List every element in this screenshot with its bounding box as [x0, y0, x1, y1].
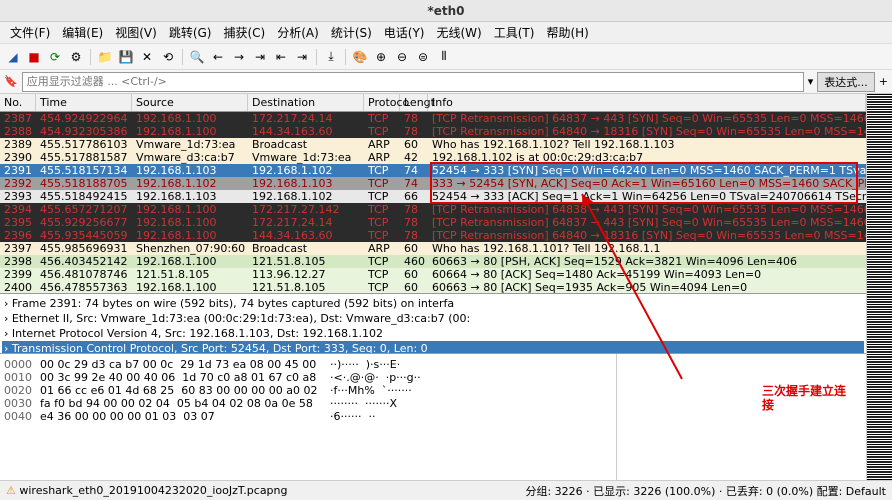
packet-row[interactable]: 2388454.932305386192.168.1.100144.34.163…	[0, 125, 866, 138]
packet-row[interactable]: 2396455.935445059192.168.1.100144.34.163…	[0, 229, 866, 242]
close-file-icon[interactable]: ✕	[138, 48, 156, 66]
detail-ethernet[interactable]: › Ethernet II, Src: Vmware_1d:73:ea (00:…	[2, 311, 864, 326]
menu-view[interactable]: 视图(V)	[109, 24, 163, 41]
col-no[interactable]: No.	[0, 94, 36, 111]
restart-capture-icon[interactable]: ⟳	[46, 48, 64, 66]
packet-row[interactable]: 2389455.517786103Vmware_1d:73:eaBroadcas…	[0, 138, 866, 151]
menu-analyze[interactable]: 分析(A)	[271, 24, 325, 41]
stop-capture-icon[interactable]: ■	[25, 48, 43, 66]
filter-dropdown-icon[interactable]: ▾	[808, 75, 814, 88]
packet-list-pane[interactable]: No. Time Source Destination Protoco Leng…	[0, 94, 866, 294]
filter-add-icon[interactable]: +	[879, 75, 888, 88]
filter-bookmark-icon[interactable]: 🔖	[4, 75, 18, 88]
col-destination[interactable]: Destination	[248, 94, 364, 111]
packet-row[interactable]: 2397455.985696931Shenzhen_07:90:60Broadc…	[0, 242, 866, 255]
filter-bar: 🔖 ▾ 表达式... +	[0, 70, 892, 94]
diagram-pane: 三次握手建立连 接	[616, 354, 866, 480]
menu-go[interactable]: 跳转(G)	[163, 24, 218, 41]
menu-tools[interactable]: 工具(T)	[488, 24, 541, 41]
packet-row[interactable]: 2399456.481078746121.51.8.105113.96.12.2…	[0, 268, 866, 281]
packet-details-pane[interactable]: › Frame 2391: 74 bytes on wire (592 bits…	[0, 294, 866, 354]
packet-row[interactable]: 2390455.517881587Vmware_d3:ca:b7Vmware_1…	[0, 151, 866, 164]
hex-row[interactable]: 0030fa f0 bd 94 00 00 02 04 05 b4 04 02 …	[4, 397, 612, 410]
menu-help[interactable]: 帮助(H)	[540, 24, 594, 41]
hex-row[interactable]: 001000 3c 99 2e 40 00 40 06 1d 70 c0 a8 …	[4, 371, 612, 384]
status-warning-icon[interactable]: ⚠	[6, 484, 16, 497]
status-file-name: wireshark_eth0_20191004232020_iooJzT.pca…	[19, 484, 287, 497]
expression-button[interactable]: 表达式...	[817, 72, 875, 92]
detail-frame[interactable]: › Frame 2391: 74 bytes on wire (592 bits…	[2, 296, 864, 311]
shark-fin-icon[interactable]: ◢	[4, 48, 22, 66]
display-filter-input[interactable]	[22, 72, 804, 92]
go-to-packet-icon[interactable]: ⇥	[251, 48, 269, 66]
find-packet-icon[interactable]: 🔍	[188, 48, 206, 66]
first-packet-icon[interactable]: ⇤	[272, 48, 290, 66]
window-title: *eth0	[0, 0, 892, 22]
save-file-icon[interactable]: 💾	[117, 48, 135, 66]
resize-columns-icon[interactable]: ⫴	[435, 48, 453, 66]
bytes-pane[interactable]: 000000 0c 29 d3 ca b7 00 0c 29 1d 73 ea …	[0, 354, 866, 480]
status-packet-counts: 分组: 3226 · 已显示: 3226 (100.0%) · 已丢弃: 0 (…	[525, 483, 886, 499]
last-packet-icon[interactable]: ⇥	[293, 48, 311, 66]
col-info[interactable]: Info	[428, 94, 866, 111]
menu-wireless[interactable]: 无线(W)	[431, 24, 488, 41]
col-protocol[interactable]: Protoco	[364, 94, 400, 111]
menu-capture[interactable]: 捕获(C)	[217, 24, 271, 41]
colorize-icon[interactable]: 🎨	[351, 48, 369, 66]
menu-file[interactable]: 文件(F)	[4, 24, 56, 41]
detail-tcp[interactable]: › Transmission Control Protocol, Src Por…	[2, 341, 864, 354]
open-file-icon[interactable]: 📁	[96, 48, 114, 66]
auto-scroll-icon[interactable]: ⤓	[322, 48, 340, 66]
toolbar: ◢ ■ ⟳ ⚙ 📁 💾 ✕ ⟲ 🔍 ← → ⇥ ⇤ ⇥ ⤓ 🎨 ⊕ ⊖ ⊜ ⫴	[0, 44, 892, 70]
packet-row[interactable]: 2400456.478557363192.168.1.100121.51.8.1…	[0, 281, 866, 294]
menu-statistics[interactable]: 统计(S)	[325, 24, 378, 41]
go-back-icon[interactable]: ←	[209, 48, 227, 66]
col-length[interactable]: Lengt	[400, 94, 428, 111]
packet-row[interactable]: 2391455.518157134192.168.1.103192.168.1.…	[0, 164, 866, 177]
packet-row[interactable]: 2392455.518188705192.168.1.102192.168.1.…	[0, 177, 866, 190]
hex-row[interactable]: 0040e4 36 00 00 00 00 01 03 03 07·6·····…	[4, 410, 612, 423]
annotation-text: 三次握手建立连 接	[762, 384, 846, 412]
packet-row[interactable]: 2393455.518492415192.168.1.103192.168.1.…	[0, 190, 866, 203]
packet-row[interactable]: 2398456.403452142192.168.1.100121.51.8.1…	[0, 255, 866, 268]
packet-row[interactable]: 2387454.924922964192.168.1.100172.217.24…	[0, 112, 866, 125]
hex-row[interactable]: 000000 0c 29 d3 ca b7 00 0c 29 1d 73 ea …	[4, 358, 612, 371]
hex-row[interactable]: 002001 66 cc e6 01 4d 68 25 60 83 00 00 …	[4, 384, 612, 397]
packet-list-header: No. Time Source Destination Protoco Leng…	[0, 94, 866, 112]
capture-options-icon[interactable]: ⚙	[67, 48, 85, 66]
menubar: 文件(F) 编辑(E) 视图(V) 跳转(G) 捕获(C) 分析(A) 统计(S…	[0, 22, 892, 44]
go-forward-icon[interactable]: →	[230, 48, 248, 66]
packet-row[interactable]: 2394455.657271207192.168.1.100172.217.27…	[0, 203, 866, 216]
col-time[interactable]: Time	[36, 94, 132, 111]
packet-diagram-minimap[interactable]	[866, 94, 892, 480]
zoom-reset-icon[interactable]: ⊜	[414, 48, 432, 66]
statusbar: ⚠ wireshark_eth0_20191004232020_iooJzT.p…	[0, 480, 892, 500]
reload-icon[interactable]: ⟲	[159, 48, 177, 66]
packet-row[interactable]: 2395455.929256677192.168.1.100172.217.24…	[0, 216, 866, 229]
zoom-in-icon[interactable]: ⊕	[372, 48, 390, 66]
col-source[interactable]: Source	[132, 94, 248, 111]
menu-edit[interactable]: 编辑(E)	[56, 24, 109, 41]
zoom-out-icon[interactable]: ⊖	[393, 48, 411, 66]
detail-ip[interactable]: › Internet Protocol Version 4, Src: 192.…	[2, 326, 864, 341]
menu-telephony[interactable]: 电话(Y)	[378, 24, 431, 41]
